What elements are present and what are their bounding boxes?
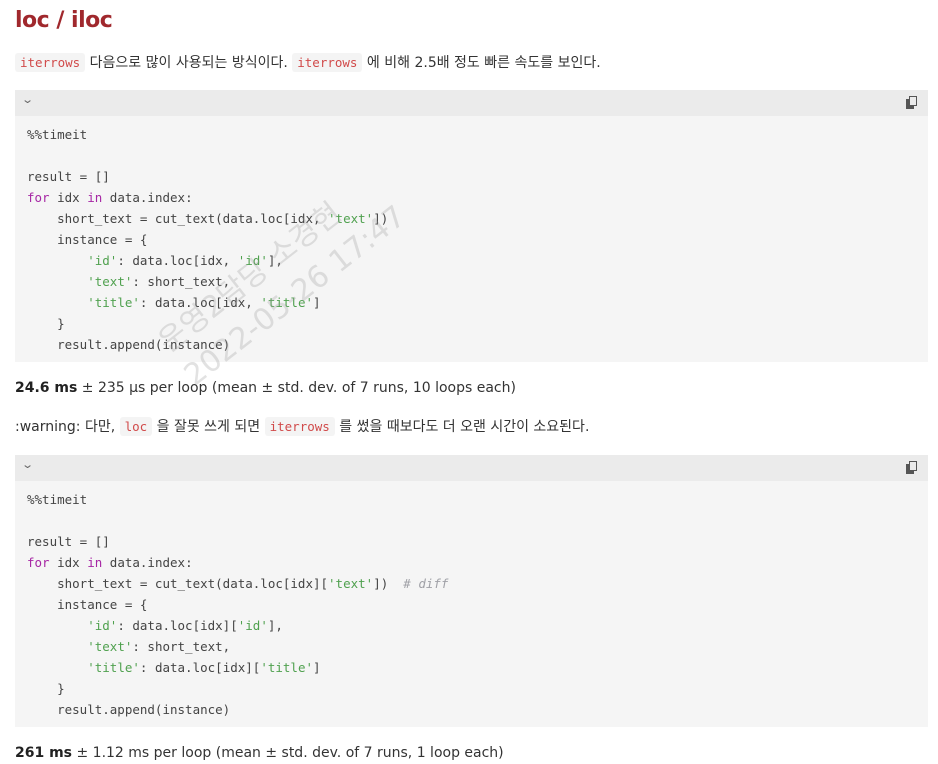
code-line: result = [] bbox=[27, 169, 110, 184]
chevron-down-icon[interactable]: ⌄ bbox=[21, 458, 34, 471]
copy-icon[interactable] bbox=[906, 461, 918, 475]
timing-result-2: 261 ms ± 1.12 ms per loop (mean ± std. d… bbox=[15, 745, 504, 761]
code-content: %%timeit result = [] for idx in data.ind… bbox=[15, 481, 928, 726]
code-toolbar: ⌄ bbox=[15, 90, 928, 116]
code-line: } bbox=[27, 316, 65, 331]
code-line: } bbox=[27, 681, 65, 696]
code-line: result = [] bbox=[27, 534, 110, 549]
page-heading: loc / iloc bbox=[15, 8, 113, 33]
code-line: for idx in data.index: bbox=[27, 555, 193, 570]
chevron-down-icon[interactable]: ⌄ bbox=[21, 93, 34, 106]
code-line: 'text': short_text, bbox=[87, 639, 231, 654]
code-line: %%timeit bbox=[27, 492, 88, 507]
code-line: 'title': data.loc[idx, 'title'] bbox=[87, 295, 321, 310]
code-toolbar: ⌄ bbox=[15, 455, 928, 481]
code-block-2: ⌄ %%timeit result = [] for idx in data.i… bbox=[15, 455, 928, 727]
timing-result-1: 24.6 ms ± 235 µs per loop (mean ± std. d… bbox=[15, 380, 516, 396]
code-line: instance = { bbox=[27, 597, 148, 612]
code-block-1: ⌄ %%timeit result = [] for idx in data.i… bbox=[15, 90, 928, 362]
code-line: 'title': data.loc[idx]['title'] bbox=[87, 660, 321, 675]
code-line: %%timeit bbox=[27, 127, 88, 142]
copy-icon[interactable] bbox=[906, 96, 918, 110]
code-line: result.append(instance) bbox=[27, 337, 231, 352]
inline-code-iterrows: iterrows bbox=[15, 53, 86, 72]
code-line: 'text': short_text, bbox=[87, 274, 231, 289]
inline-code-iterrows: iterrows bbox=[264, 417, 335, 436]
warning-paragraph: :warning: 다만, loc 을 잘못 쓰게 되면 iterrows 를 … bbox=[15, 417, 590, 436]
code-line: short_text = cut_text(data.loc[idx]['tex… bbox=[27, 576, 449, 591]
inline-code-loc: loc bbox=[119, 417, 153, 436]
code-line: 'id': data.loc[idx]['id'], bbox=[87, 618, 283, 633]
code-line: instance = { bbox=[27, 232, 148, 247]
code-line: short_text = cut_text(data.loc[idx, 'tex… bbox=[27, 211, 389, 226]
code-line: 'id': data.loc[idx, 'id'], bbox=[87, 253, 283, 268]
code-line: result.append(instance) bbox=[27, 702, 231, 717]
inline-code-iterrows: iterrows bbox=[292, 53, 363, 72]
code-content: %%timeit result = [] for idx in data.ind… bbox=[15, 116, 928, 361]
code-line: for idx in data.index: bbox=[27, 190, 193, 205]
intro-paragraph: iterrows 다음으로 많이 사용되는 방식이다. iterrows 에 비… bbox=[15, 52, 601, 74]
